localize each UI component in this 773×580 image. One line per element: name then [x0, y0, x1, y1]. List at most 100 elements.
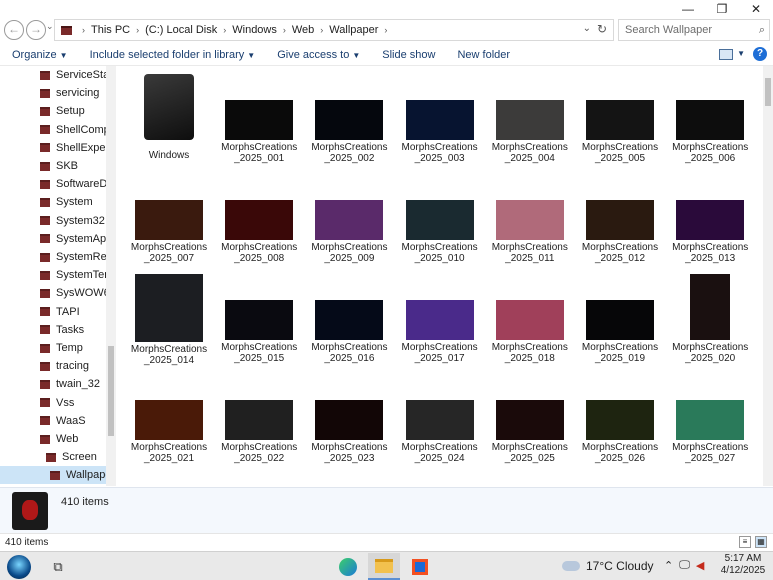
image-thumbnail	[315, 100, 384, 140]
forward-button[interactable]: →	[26, 20, 46, 40]
breadcrumb-wallpaper[interactable]: Wallpaper	[329, 24, 378, 36]
breadcrumb-windows[interactable]: Windows	[232, 24, 277, 36]
edge-button[interactable]	[332, 553, 364, 580]
nav-item[interactable]: SystemTemp	[0, 266, 106, 284]
address-dropdown-icon[interactable]: ⌄	[583, 23, 591, 34]
minimize-button[interactable]: —	[671, 0, 705, 18]
task-view-button[interactable]: ⧉	[42, 553, 74, 580]
details-pane: 410 items	[0, 487, 773, 533]
image-thumbnail	[315, 200, 384, 240]
scroll-thumb[interactable]	[108, 346, 114, 436]
nav-item[interactable]: Vss	[0, 394, 106, 412]
chevron-down-icon[interactable]: ▼	[737, 49, 745, 58]
start-button[interactable]	[4, 553, 34, 580]
breadcrumb-local-disk[interactable]: (C:) Local Disk	[145, 24, 217, 36]
recent-locations-icon[interactable]: ⌄	[46, 21, 54, 32]
close-button[interactable]: ✕	[739, 0, 773, 18]
organize-button[interactable]: Organize ▼	[12, 49, 68, 61]
nav-item[interactable]: Wallpaper	[0, 466, 106, 485]
image-tile[interactable]: MorphsCreations _2025_001	[214, 74, 304, 164]
weather-widget[interactable]: 17°C Cloudy	[562, 559, 654, 573]
folder-icon	[40, 216, 50, 226]
image-tile[interactable]: MorphsCreations _2025_010	[395, 174, 485, 264]
nav-item[interactable]: SysWOW64	[0, 284, 106, 302]
content-scrollbar[interactable]	[763, 66, 773, 486]
new-folder-button[interactable]: New folder	[457, 49, 510, 61]
image-thumbnail	[586, 400, 654, 440]
give-access-button[interactable]: Give access to ▼	[277, 49, 360, 61]
network-icon[interactable]: 🖵	[679, 559, 690, 572]
help-icon[interactable]: ?	[753, 47, 767, 61]
change-view-icon[interactable]	[719, 49, 733, 60]
image-tile[interactable]: MorphsCreations _2025_012	[575, 174, 665, 264]
details-view-icon[interactable]: ≡	[739, 536, 751, 548]
nav-item[interactable]: ShellCompo	[0, 121, 106, 139]
address-bar[interactable]: › This PC › (C:) Local Disk › Windows › …	[54, 19, 614, 41]
chevron-down-icon: ▼	[352, 50, 361, 60]
nav-item[interactable]: ServiceState	[0, 66, 106, 84]
clock[interactable]: 5:17 AM 4/12/2025	[718, 553, 768, 577]
volume-icon[interactable]: ◀	[696, 559, 704, 572]
nav-item[interactable]: Web	[0, 430, 106, 448]
image-tile[interactable]: MorphsCreations _2025_017	[395, 274, 485, 364]
nav-scrollbar[interactable]	[106, 66, 116, 486]
image-tile[interactable]: MorphsCreations _2025_007	[124, 174, 214, 264]
nav-item[interactable]: Screen	[0, 448, 106, 466]
image-tile[interactable]: MorphsCreations _2025_008	[214, 174, 304, 264]
image-tile[interactable]: MorphsCreations _2025_023	[304, 374, 394, 464]
breadcrumb-web[interactable]: Web	[292, 24, 314, 36]
image-tile[interactable]: MorphsCreations _2025_020	[665, 274, 755, 364]
nav-item[interactable]: SystemReso	[0, 248, 106, 266]
scroll-thumb[interactable]	[765, 78, 771, 106]
nav-item[interactable]: System32	[0, 212, 106, 230]
image-tile[interactable]: MorphsCreations _2025_027	[665, 374, 755, 464]
nav-item[interactable]: tracing	[0, 357, 106, 375]
nav-item[interactable]: Tasks	[0, 321, 106, 339]
image-tile[interactable]: MorphsCreations _2025_015	[214, 274, 304, 364]
refresh-icon[interactable]: ↻	[597, 22, 607, 36]
nav-item-label: ShellCompo	[56, 123, 106, 136]
folder-icon	[40, 252, 50, 262]
folder-tile[interactable]: Windows	[124, 74, 214, 161]
maximize-button[interactable]: ❐	[705, 0, 739, 18]
file-explorer-button[interactable]	[368, 553, 400, 580]
folder-icon	[40, 416, 50, 426]
back-button[interactable]: ←	[4, 20, 24, 40]
slideshow-button[interactable]: Slide show	[382, 49, 435, 61]
image-tile[interactable]: MorphsCreations _2025_014	[124, 274, 214, 366]
nav-item[interactable]: Setup	[0, 102, 106, 120]
image-tile[interactable]: MorphsCreations _2025_018	[485, 274, 575, 364]
nav-item[interactable]: ShellExperie	[0, 139, 106, 157]
large-icons-view-icon[interactable]: ▦	[755, 536, 767, 548]
chevron-up-icon[interactable]: ⌃	[664, 559, 673, 572]
image-tile[interactable]: MorphsCreations _2025_022	[214, 374, 304, 464]
image-tile[interactable]: MorphsCreations _2025_026	[575, 374, 665, 464]
image-tile[interactable]: MorphsCreations _2025_004	[485, 74, 575, 164]
image-tile[interactable]: MorphsCreations _2025_009	[304, 174, 394, 264]
breadcrumb-this-pc[interactable]: This PC	[91, 24, 130, 36]
nav-item[interactable]: WaaS	[0, 412, 106, 430]
store-button[interactable]	[404, 553, 436, 580]
image-tile[interactable]: MorphsCreations _2025_006	[665, 74, 755, 164]
image-tile[interactable]: MorphsCreations _2025_024	[395, 374, 485, 464]
image-tile[interactable]: MorphsCreations _2025_025	[485, 374, 575, 464]
nav-item[interactable]: SoftwareDist	[0, 175, 106, 193]
search-input[interactable]: Search Wallpaper	[618, 19, 770, 41]
nav-item[interactable]: twain_32	[0, 375, 106, 393]
image-tile[interactable]: MorphsCreations _2025_021	[124, 374, 214, 464]
image-tile[interactable]: MorphsCreations _2025_016	[304, 274, 394, 364]
image-tile[interactable]: MorphsCreations _2025_011	[485, 174, 575, 264]
image-tile[interactable]: MorphsCreations _2025_019	[575, 274, 665, 364]
include-in-library-button[interactable]: Include selected folder in library ▼	[90, 49, 256, 61]
image-tile[interactable]: MorphsCreations _2025_013	[665, 174, 755, 264]
nav-item[interactable]: Temp	[0, 339, 106, 357]
nav-item[interactable]: servicing	[0, 84, 106, 102]
nav-item[interactable]: System	[0, 193, 106, 211]
nav-item[interactable]: SystemApps	[0, 230, 106, 248]
file-explorer-icon	[375, 558, 393, 573]
image-tile[interactable]: MorphsCreations _2025_003	[395, 74, 485, 164]
image-tile[interactable]: MorphsCreations _2025_005	[575, 74, 665, 164]
image-tile[interactable]: MorphsCreations _2025_002	[304, 74, 394, 164]
nav-item[interactable]: TAPI	[0, 303, 106, 321]
nav-item[interactable]: SKB	[0, 157, 106, 175]
